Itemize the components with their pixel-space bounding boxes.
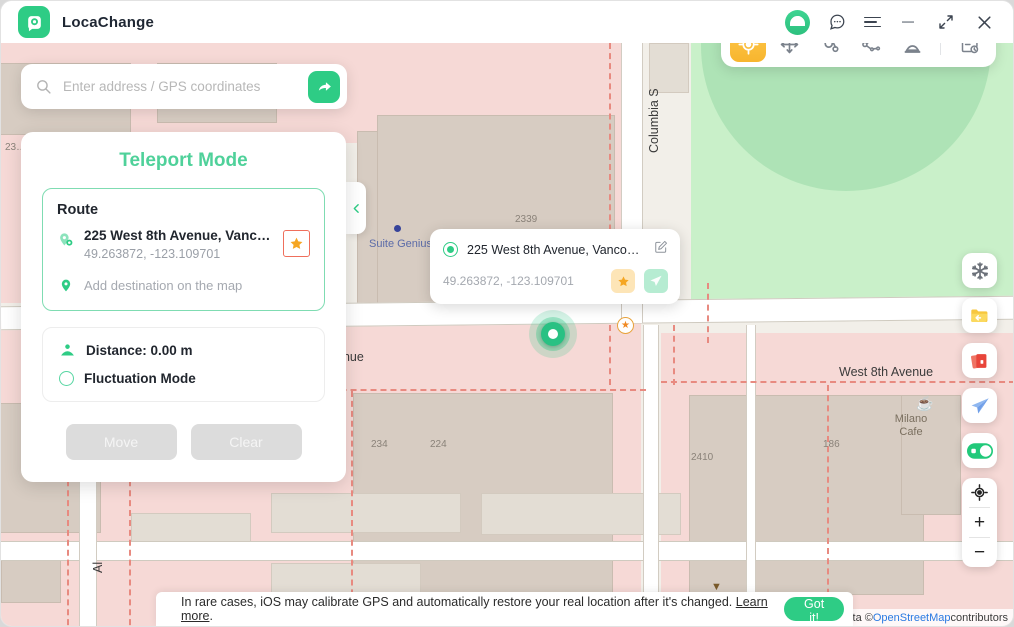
popup-actions (611, 269, 668, 293)
got-it-button[interactable]: Got it! (784, 597, 844, 625)
notice-text: In rare cases, iOS may calibrate GPS and… (181, 595, 733, 609)
route-start-row[interactable]: 225 West 8th Avenue, Vanco... 49.263872,… (57, 228, 310, 261)
map-building (649, 43, 689, 93)
map-road (746, 325, 756, 626)
map-street-label: West 8th Avenue (839, 365, 934, 379)
route-label: Route (57, 202, 99, 218)
map-boundary (351, 391, 353, 626)
panel-title: Teleport Mode (119, 150, 248, 171)
coffee-cup-icon: ☕ (916, 395, 934, 411)
popup-address: 225 West 8th Avenue, Vancouver,... (467, 242, 645, 257)
user-avatar-icon[interactable] (785, 9, 810, 35)
app-window: 23… 2368 2339 234 224 2410 186 West 8th … (0, 0, 1014, 627)
openstreetmap-link[interactable]: OpenStreetMap (873, 612, 951, 624)
favorite-location-marker[interactable]: ★ (617, 317, 634, 334)
map-building (271, 493, 461, 533)
map-boundary (609, 325, 611, 385)
yellow-folder-arrow-icon[interactable] (962, 298, 997, 333)
teleport-mode-panel: Teleport Mode Route 225 West 8th Avenue,… (21, 132, 346, 482)
hamburger-menu-icon[interactable] (864, 16, 881, 28)
route-box: Route 225 West 8th Avenue, Vanco... 49.2… (42, 188, 325, 311)
app-brand: LocaChange (1, 6, 154, 38)
locachange-logo-icon (18, 6, 50, 38)
map-boundary (707, 283, 709, 343)
chevron-left-icon (353, 203, 359, 213)
title-bar: LocaChange (1, 1, 1013, 43)
attribution-suffix: contributors (950, 611, 1008, 624)
notice-period: . (209, 609, 213, 623)
minimize-icon[interactable] (897, 11, 919, 33)
paper-plane-icon[interactable] (962, 388, 997, 423)
window-controls (785, 9, 1013, 35)
map-pin-icon (57, 277, 75, 294)
map-street-label-vertical: Al (91, 561, 105, 573)
map-house-number: 234 (371, 439, 388, 450)
star-icon[interactable] (283, 230, 310, 257)
popup-coordinates: 49.263872, -123.109701 (443, 274, 574, 288)
notice-text-wrap: In rare cases, iOS may calibrate GPS and… (181, 595, 774, 623)
route-coordinates: 49.263872, -123.109701 (84, 247, 221, 261)
search-go-button[interactable] (308, 70, 340, 103)
snowflake-icon[interactable] (962, 253, 997, 288)
map-house-number: 2410 (691, 452, 714, 463)
locate-me-icon[interactable] (962, 478, 997, 507)
map-house-number: 224 (430, 439, 447, 450)
map-road (643, 325, 659, 626)
map-boundary (673, 325, 675, 385)
map-boundary (661, 381, 1013, 383)
search-input[interactable] (52, 79, 308, 94)
search-bar[interactable] (21, 64, 347, 109)
info-box: Distance: 0.00 m Fluctuation Mode (42, 327, 325, 402)
star-icon[interactable] (611, 269, 635, 293)
green-toggle-on-icon[interactable] (962, 433, 997, 468)
map-poi-dot (394, 225, 401, 232)
map-house-number: 186 (823, 439, 840, 450)
chat-bubble-icon[interactable] (826, 11, 848, 33)
popup-footer: 49.263872, -123.109701 (443, 269, 668, 293)
distance-pin-icon (59, 342, 76, 359)
paper-plane-icon[interactable] (644, 269, 668, 293)
zoom-out-button[interactable]: − (962, 538, 997, 567)
zoom-in-button[interactable]: + (962, 508, 997, 537)
marker-dot (548, 329, 558, 339)
add-destination-label: Add destination on the map (84, 278, 243, 293)
fluctuation-row[interactable]: Fluctuation Mode (59, 371, 308, 386)
map-street-label-vertical: Columbia S (647, 88, 661, 153)
red-book-icon[interactable] (962, 343, 997, 378)
zoom-controls: + − (962, 478, 997, 567)
map-poi-label: Milano Cafe (894, 413, 928, 438)
distance-row: Distance: 0.00 m (59, 342, 308, 359)
fluctuation-label: Fluctuation Mode (84, 371, 196, 386)
distance-label: Distance: 0.00 m (86, 343, 193, 358)
map-boundary (827, 385, 829, 605)
move-button[interactable]: Move (65, 424, 177, 460)
route-start-pin-icon (57, 228, 75, 249)
route-address: 225 West 8th Avenue, Vanco... (84, 228, 274, 243)
panel-actions: Move Clear (42, 424, 325, 460)
route-start-text: 225 West 8th Avenue, Vanco... 49.263872,… (84, 228, 274, 261)
edit-icon[interactable] (654, 240, 668, 259)
panel-collapse-handle[interactable] (346, 182, 366, 234)
popup-header: 225 West 8th Avenue, Vancouver,... (443, 240, 668, 259)
clear-button[interactable]: Clear (190, 424, 302, 460)
close-icon[interactable] (973, 11, 995, 33)
maximize-icon[interactable] (935, 11, 957, 33)
map-side-rail: + − (962, 253, 997, 567)
current-location-marker[interactable] (529, 310, 577, 358)
radio-selected-icon[interactable] (443, 242, 458, 257)
add-destination-row[interactable]: Add destination on the map (57, 277, 310, 294)
app-title: LocaChange (62, 13, 155, 31)
gps-notice-bar: In rare cases, iOS may calibrate GPS and… (156, 592, 853, 626)
map-house-number: 2339 (515, 214, 538, 225)
search-icon (35, 78, 52, 95)
map-location-popup: 225 West 8th Avenue, Vancouver,... 49.26… (430, 229, 680, 304)
map-road (1, 541, 1013, 561)
fluctuation-radio[interactable] (59, 371, 74, 386)
map-poi-label: Suite Genius (369, 238, 432, 250)
